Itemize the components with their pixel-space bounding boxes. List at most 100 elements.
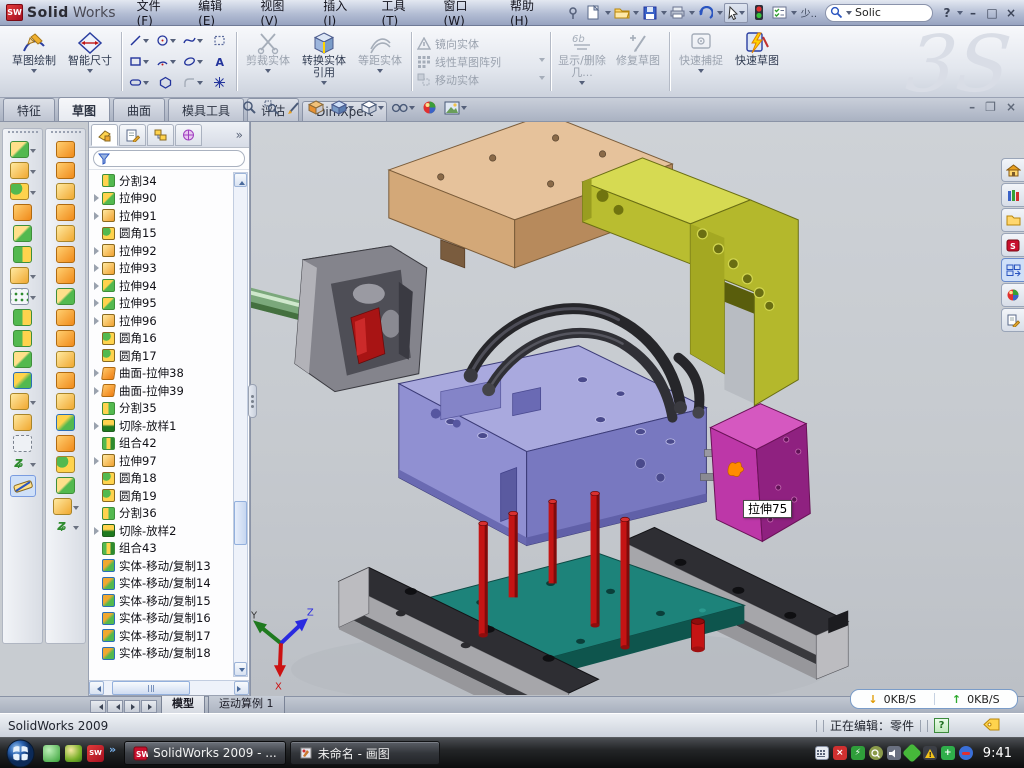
hide-show-items-icon[interactable] — [389, 100, 417, 115]
left-tool-icon[interactable] — [56, 309, 75, 326]
tree-item[interactable]: 曲面-拉伸38 — [92, 365, 249, 383]
tab-features[interactable]: 特征 — [3, 98, 55, 121]
save-dropdown[interactable] — [661, 11, 667, 18]
select-dropdown[interactable] — [739, 11, 745, 18]
menu-file[interactable]: 文件(F) — [126, 0, 188, 25]
doc-minimize-button[interactable]: – — [969, 100, 975, 114]
left-tool-icon[interactable] — [10, 288, 36, 305]
tab-scroll-left-button[interactable] — [107, 700, 123, 713]
scroll-right-button[interactable] — [234, 681, 249, 695]
rectangle-tool[interactable] — [125, 51, 152, 72]
box-select-tool[interactable] — [206, 30, 233, 51]
left-tool-icon[interactable] — [53, 498, 79, 515]
quick-launch-sphere-icon[interactable] — [65, 745, 82, 762]
apply-scene-icon[interactable] — [442, 100, 469, 116]
tree-item[interactable]: 圆角18 — [92, 470, 249, 488]
tree-item[interactable]: 圆角17 — [92, 347, 249, 365]
taskbar-button-paint[interactable]: 未命名 - 画图 — [290, 741, 440, 765]
dimxpert-manager-tab[interactable] — [175, 124, 202, 146]
spline-tool[interactable] — [179, 30, 206, 51]
scroll-track[interactable] — [234, 187, 247, 662]
tree-item[interactable]: 拉伸91 — [92, 207, 249, 225]
options-dropdown[interactable] — [791, 11, 797, 18]
quick-sketch-button[interactable]: 快速草图 — [729, 28, 785, 95]
left-tool-icon[interactable] — [56, 330, 75, 347]
zoom-fit-icon[interactable] — [240, 99, 259, 116]
options-checklist-icon[interactable] — [770, 3, 790, 23]
left-tool-icon[interactable] — [13, 435, 32, 452]
model-tab[interactable]: 模型 — [161, 693, 205, 713]
net-speed-widget[interactable]: ↓0KB/S ↑0KB/S — [850, 689, 1018, 709]
apply-scene-dropdown[interactable] — [461, 106, 467, 113]
part-nozzle-block[interactable] — [251, 246, 427, 392]
left-tool-icon[interactable] — [10, 141, 36, 158]
menu-help[interactable]: 帮助(H) — [499, 0, 563, 25]
part-small-pin[interactable] — [691, 618, 704, 652]
menu-tools[interactable]: 工具(T) — [371, 0, 433, 25]
tree-item[interactable]: 组合43 — [92, 540, 249, 558]
pin-icon[interactable] — [563, 3, 583, 23]
tree-item[interactable]: 拉伸94 — [92, 277, 249, 295]
point-tool[interactable] — [206, 72, 233, 93]
tag-icon[interactable] — [983, 718, 1000, 734]
menu-edit[interactable]: 编辑(E) — [187, 0, 249, 25]
tree-vertical-scrollbar[interactable] — [233, 172, 248, 677]
toolbar-drag-handle[interactable] — [8, 131, 38, 136]
appearances-scenes-tab[interactable] — [1001, 283, 1024, 307]
view-palette-tab[interactable] — [1001, 258, 1024, 282]
left-tool-icon[interactable] — [13, 246, 32, 263]
tray-update-badge-icon[interactable] — [959, 746, 973, 760]
toolbar-overflow-label[interactable]: 少.. — [798, 5, 820, 20]
display-style-dropdown[interactable] — [348, 106, 354, 113]
new-file-dropdown[interactable] — [605, 11, 611, 18]
doc-close-button[interactable]: × — [1006, 100, 1016, 114]
3d-scene[interactable]: Y Z X — [251, 122, 1024, 695]
tree-item[interactable]: 拉伸95 — [92, 295, 249, 313]
left-tool-icon[interactable] — [56, 456, 75, 473]
print-icon[interactable] — [668, 3, 688, 23]
open-dropdown[interactable] — [633, 11, 639, 18]
file-explorer-tab[interactable] — [1001, 208, 1024, 232]
display-style-icon[interactable] — [329, 99, 356, 116]
scroll-thumb[interactable] — [234, 501, 247, 545]
feature-manager-tab[interactable] — [91, 124, 118, 146]
save-icon[interactable] — [640, 3, 660, 23]
sketch-button[interactable]: 草图绘制 — [6, 28, 62, 95]
tree-item[interactable]: 分割35 — [92, 400, 249, 418]
left-tool-icon[interactable] — [56, 414, 75, 431]
panel-more-button[interactable]: » — [236, 128, 249, 142]
select-tool-button[interactable] — [724, 3, 748, 23]
sketch-dropdown[interactable] — [31, 69, 37, 76]
new-file-icon[interactable] — [584, 3, 604, 23]
left-tool-icon[interactable] — [56, 246, 75, 263]
tray-volume-icon[interactable] — [887, 746, 901, 760]
panel-splitter-handle[interactable] — [248, 384, 257, 418]
tree-item[interactable]: 分割34 — [92, 172, 249, 190]
help-button[interactable]: ? — [938, 6, 956, 20]
left-tool-icon[interactable] — [13, 225, 32, 242]
left-tool-icon[interactable] — [56, 477, 75, 494]
menu-insert[interactable]: 插入(I) — [312, 0, 370, 25]
section-view-icon[interactable] — [306, 99, 326, 116]
custom-properties-tab[interactable] — [1001, 308, 1024, 332]
tree-item[interactable]: 拉伸92 — [92, 242, 249, 260]
left-tool-icon[interactable]: ʑ — [10, 456, 36, 471]
left-tool-icon[interactable] — [13, 372, 32, 389]
tree-item[interactable]: 切除-放样1 — [92, 417, 249, 435]
tray-shield-icon[interactable]: ⚡ — [851, 746, 865, 760]
motion-study-tab[interactable]: 运动算例 1 — [208, 693, 285, 713]
left-tool-icon[interactable] — [56, 351, 75, 368]
ellipse-tool[interactable] — [179, 51, 206, 72]
undo-icon[interactable] — [696, 3, 716, 23]
tray-diamond-icon[interactable] — [902, 743, 922, 763]
zoom-area-icon[interactable] — [262, 99, 281, 116]
tree-item[interactable]: 实体-移动/复制13 — [92, 557, 249, 575]
tree-item[interactable]: 曲面-拉伸39 — [92, 382, 249, 400]
tree-item[interactable]: 拉伸97 — [92, 452, 249, 470]
left-tool-icon[interactable] — [13, 204, 32, 221]
left-tool-icon[interactable] — [56, 204, 75, 221]
tab-mold-tools[interactable]: 模具工具 — [168, 98, 244, 121]
search-box[interactable]: Solic — [825, 4, 933, 22]
configuration-manager-tab[interactable] — [147, 124, 174, 146]
smart-dimension-button[interactable]: 智能尺寸 — [62, 28, 118, 95]
